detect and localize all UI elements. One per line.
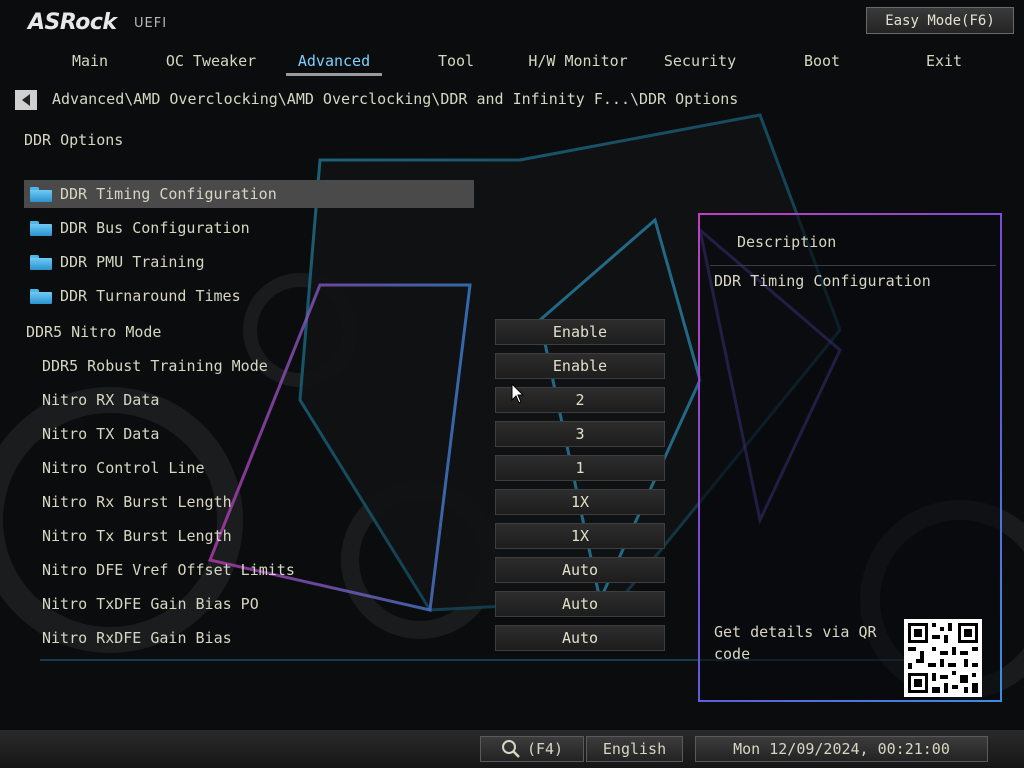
active-tab-indicator <box>286 73 382 76</box>
mouse-cursor-icon <box>511 383 525 404</box>
submenu-label: DDR Turnaround Times <box>60 287 241 305</box>
submenu-ddr-bus-configuration[interactable]: DDR Bus Configuration <box>24 214 474 242</box>
setting-value-nitro-rx-burst-length[interactable]: 1X <box>495 489 665 515</box>
submenu-ddr-pmu-training[interactable]: DDR PMU Training <box>24 248 474 276</box>
setting-value-nitro-tx-burst-length[interactable]: 1X <box>495 523 665 549</box>
tab-tool[interactable]: Tool <box>396 52 516 70</box>
setting-value-ddr5-nitro-mode[interactable]: Enable <box>495 319 665 345</box>
setting-value-nitro-control-line[interactable]: 1 <box>495 455 665 481</box>
folder-icon <box>30 186 52 202</box>
setting-value-nitro-rxdfe-gain-bias[interactable]: Auto <box>495 625 665 651</box>
tab-boot[interactable]: Boot <box>762 52 882 70</box>
description-divider <box>710 265 996 266</box>
submenu-label: DDR Timing Configuration <box>60 185 277 203</box>
back-arrow-icon <box>22 94 30 106</box>
tab-oc-tweaker[interactable]: OC Tweaker <box>151 52 271 70</box>
folder-icon <box>30 254 52 270</box>
submenu-ddr-turnaround-times[interactable]: DDR Turnaround Times <box>24 282 474 310</box>
tab-hw-monitor[interactable]: H/W Monitor <box>518 52 638 70</box>
setting-label-ddr5-robust-training-mode: DDR5 Robust Training Mode <box>42 357 268 375</box>
setting-label-nitro-tx-burst-length: Nitro Tx Burst Length <box>42 527 232 545</box>
asrock-logo: ASRock <box>28 10 117 35</box>
qr-code <box>904 619 982 697</box>
uefi-label: UEFI <box>134 16 168 31</box>
language-button[interactable]: English <box>586 736 683 762</box>
tab-main[interactable]: Main <box>30 52 150 70</box>
setting-value-ddr5-robust-training-mode[interactable]: Enable <box>495 353 665 379</box>
breadcrumb: Advanced\AMD Overclocking\AMD Overclocki… <box>52 90 739 108</box>
setting-value-nitro-tx-data[interactable]: 3 <box>495 421 665 447</box>
setting-label-nitro-control-line: Nitro Control Line <box>42 459 205 477</box>
qr-caption: Get details via QR code <box>714 623 877 663</box>
tab-security[interactable]: Security <box>640 52 760 70</box>
setting-value-nitro-dfe-vref-offset-limits[interactable]: Auto <box>495 557 665 583</box>
folder-icon <box>30 220 52 236</box>
search-button[interactable]: (F4) <box>480 736 584 762</box>
description-title: Description <box>737 233 837 251</box>
tab-advanced[interactable]: Advanced <box>274 52 394 70</box>
datetime-display: Mon 12/09/2024, 00:21:00 <box>695 736 988 762</box>
setting-label-nitro-tx-data: Nitro TX Data <box>42 425 160 443</box>
setting-label-nitro-rx-burst-length: Nitro Rx Burst Length <box>42 493 232 511</box>
submenu-ddr-timing-configuration[interactable]: DDR Timing Configuration <box>24 180 474 208</box>
easy-mode-button[interactable]: Easy Mode(F6) <box>866 7 1014 34</box>
main-tabs: Main OC Tweaker Advanced Tool H/W Monito… <box>30 52 1010 78</box>
submenu-label: DDR PMU Training <box>60 253 205 271</box>
setting-label-nitro-rx-data: Nitro RX Data <box>42 391 160 409</box>
description-panel: Description DDR Timing Configuration Get… <box>698 213 1002 702</box>
setting-label-nitro-rxdfe-gain-bias: Nitro RxDFE Gain Bias <box>42 629 232 647</box>
setting-label-ddr5-nitro-mode: DDR5 Nitro Mode <box>26 323 162 341</box>
tab-exit[interactable]: Exit <box>884 52 1004 70</box>
setting-value-nitro-txdfe-gain-bias-po[interactable]: Auto <box>495 591 665 617</box>
description-text: DDR Timing Configuration <box>714 272 931 290</box>
search-shortcut-label: (F4) <box>526 740 564 758</box>
page-title: DDR Options <box>24 131 124 149</box>
submenu-label: DDR Bus Configuration <box>60 219 250 237</box>
setting-label-nitro-txdfe-gain-bias-po: Nitro TxDFE Gain Bias PO <box>42 595 259 613</box>
back-button[interactable] <box>15 90 37 110</box>
folder-icon <box>30 288 52 304</box>
setting-label-nitro-dfe-vref-offset-limits: Nitro DFE Vref Offset Limits <box>42 561 295 579</box>
search-icon <box>501 740 520 758</box>
